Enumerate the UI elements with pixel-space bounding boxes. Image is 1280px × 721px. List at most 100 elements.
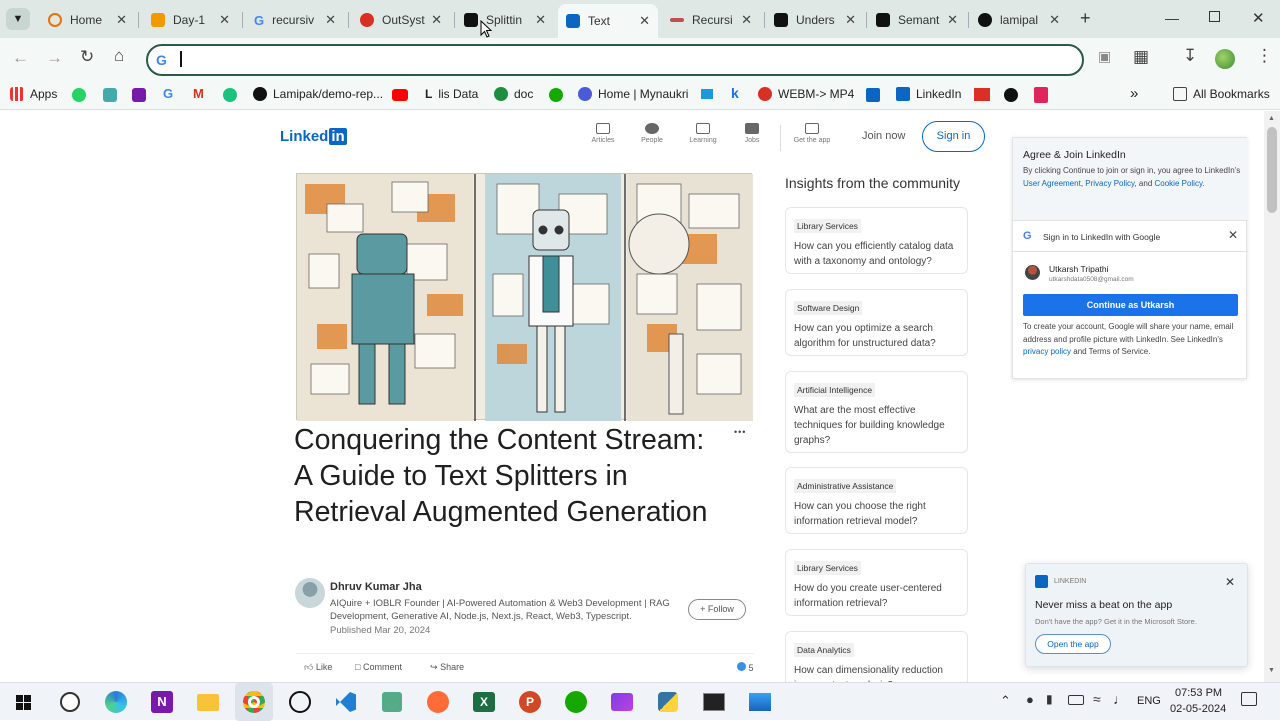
more-options-icon[interactable]: ••• <box>734 427 746 437</box>
language-indicator[interactable]: ENG <box>1137 695 1161 707</box>
continue-as-button[interactable]: Continue as Utkarsh <box>1023 294 1238 316</box>
notification-icon[interactable] <box>1241 692 1257 706</box>
insight-card[interactable]: Library Services How do you create user-… <box>785 549 968 616</box>
bookmark-lis-data[interactable]: L lis Data <box>425 87 478 101</box>
bookmark-apps[interactable]: Apps <box>10 87 57 101</box>
tab-close-icon[interactable]: ✕ <box>845 12 856 28</box>
insight-card[interactable]: Artificial Intelligence What are the mos… <box>785 371 968 453</box>
clock-date[interactable]: 02-05-2024 <box>1170 703 1226 715</box>
privacy-policy-link[interactable]: privacy policy <box>1023 347 1071 356</box>
tab-close-icon[interactable]: ✕ <box>639 13 650 29</box>
tab-recursive[interactable]: G recursiv ✕ <box>246 6 344 34</box>
forward-arrow-icon[interactable]: → <box>46 48 63 68</box>
chevron-right-icon[interactable]: » <box>1130 85 1138 102</box>
address-input[interactable] <box>180 51 182 67</box>
bookmark-icon[interactable] <box>1034 87 1048 103</box>
back-arrow-icon[interactable]: ← <box>12 48 29 68</box>
insight-card[interactable]: Library Services How can you efficiently… <box>785 207 968 274</box>
tab-close-icon[interactable]: ✕ <box>1049 12 1060 28</box>
tab-search-button[interactable]: ▼ <box>6 8 30 30</box>
upwork-icon[interactable] <box>549 88 563 102</box>
bookmark-webm-mp4[interactable]: WEBM-> MP4 <box>758 87 854 101</box>
tab-understanding[interactable]: Unders ✕ <box>766 6 864 34</box>
tab-lamipak[interactable]: lamipal ✕ <box>970 6 1068 34</box>
nav-get-app[interactable]: Get the app <box>792 123 832 144</box>
close-window-button[interactable]: ✕ <box>1252 9 1265 27</box>
tab-close-icon[interactable]: ✕ <box>431 12 442 28</box>
taskview-icon[interactable] <box>51 683 89 721</box>
open-app-button[interactable]: Open the app <box>1035 634 1111 654</box>
tab-close-icon[interactable]: ✕ <box>325 12 336 28</box>
file-explorer-icon[interactable] <box>189 683 227 721</box>
insight-card[interactable]: Software Design How can you optimize a s… <box>785 289 968 356</box>
bookmark-mynaukri[interactable]: Home | Mynaukri <box>578 87 688 101</box>
tab-semantic[interactable]: Semant ✕ <box>868 6 966 34</box>
reaction-count[interactable]: 5 <box>737 662 754 673</box>
scrollbar-track[interactable]: ▲ ▼ <box>1264 111 1280 682</box>
upwork-icon[interactable] <box>557 683 595 721</box>
volume-icon[interactable]: ♩ <box>1113 691 1127 707</box>
excel-icon[interactable]: X <box>465 683 503 721</box>
video-editor-icon[interactable] <box>603 683 641 721</box>
windows-start-icon[interactable] <box>4 683 42 721</box>
restore-button[interactable] <box>1209 11 1220 22</box>
bookmark-k-icon[interactable]: k <box>731 85 739 101</box>
minimize-button[interactable]: — <box>1165 10 1179 26</box>
nav-articles[interactable]: Articles <box>583 123 623 144</box>
bookmark-doc[interactable]: doc <box>494 87 533 101</box>
profile-avatar[interactable] <box>1215 49 1235 69</box>
bookmark-lamipak[interactable]: Lamipak/demo-rep... <box>253 87 383 101</box>
tab-home[interactable]: Home ✕ <box>40 6 135 34</box>
chrome-icon[interactable] <box>235 683 273 721</box>
vscode-icon[interactable] <box>327 683 365 721</box>
join-now-link[interactable]: Join now <box>862 130 905 142</box>
menu-kebab-icon[interactable]: ⋮ <box>1256 46 1273 66</box>
extensions-icon[interactable]: ▦ <box>1133 47 1149 67</box>
nav-learning[interactable]: Learning <box>683 123 723 144</box>
all-bookmarks[interactable]: All Bookmarks <box>1173 87 1270 101</box>
onenote-icon[interactable] <box>132 88 146 102</box>
reload-icon[interactable]: ↻ <box>80 47 94 67</box>
like-button[interactable]: 👍︎ Like <box>304 662 332 673</box>
battery-icon[interactable] <box>1068 695 1084 705</box>
sign-in-button[interactable]: Sign in <box>922 121 985 152</box>
crown-icon[interactable] <box>974 88 990 101</box>
nav-jobs[interactable]: Jobs <box>732 123 772 144</box>
close-icon[interactable]: ✕ <box>1225 575 1235 589</box>
scrollbar-down-arrow[interactable]: ▼ <box>1268 667 1275 674</box>
download-icon[interactable]: ↧ <box>1183 46 1197 66</box>
postman-icon[interactable] <box>419 683 457 721</box>
close-icon[interactable]: ✕ <box>1228 228 1238 242</box>
onenote-icon[interactable]: N <box>143 683 181 721</box>
tab-text-active[interactable]: Text ✕ <box>558 4 658 38</box>
bookmark-icon[interactable] <box>103 88 117 102</box>
whatsapp-icon[interactable] <box>72 88 86 102</box>
linkedin-icon[interactable] <box>866 88 880 102</box>
user-agreement-link[interactable]: User Agreement <box>1023 179 1081 188</box>
youtube-icon[interactable] <box>392 89 408 101</box>
nav-people[interactable]: People <box>632 123 672 144</box>
share-button[interactable]: ↪ Share <box>430 662 464 673</box>
author-name[interactable]: Dhruv Kumar Jha <box>330 581 422 593</box>
cookie-policy-link[interactable]: Cookie Policy <box>1154 179 1202 188</box>
tab-recursive-2[interactable]: Recursi ✕ <box>662 6 760 34</box>
camera-icon[interactable]: ▣ <box>1098 48 1111 65</box>
chevron-up-icon[interactable]: ⌃ <box>1000 693 1011 709</box>
insight-card[interactable]: Data Analytics How can dimensionality re… <box>785 631 968 682</box>
address-bar[interactable]: G <box>146 44 1084 76</box>
new-tab-button[interactable]: + <box>1080 8 1091 29</box>
microphone-icon[interactable]: ● <box>1026 692 1034 707</box>
tab-close-icon[interactable]: ✕ <box>116 12 127 28</box>
tab-close-icon[interactable]: ✕ <box>741 12 752 28</box>
comment-button[interactable]: □ Comment <box>355 662 402 672</box>
wifi-icon[interactable]: ≈ <box>1093 691 1101 707</box>
terminal-icon[interactable] <box>695 683 733 721</box>
google-icon[interactable]: G <box>163 86 173 101</box>
github-icon[interactable] <box>1004 88 1018 102</box>
tab-day1[interactable]: Day-1 ✕ <box>143 6 238 34</box>
linkedin-logo[interactable]: Linked in <box>280 128 347 145</box>
scrollbar-up-arrow[interactable]: ▲ <box>1268 115 1275 122</box>
audio-icon[interactable]: ▮ <box>1046 692 1053 706</box>
home-icon[interactable]: ⌂ <box>114 46 124 66</box>
follow-button[interactable]: + Follow <box>688 599 746 620</box>
